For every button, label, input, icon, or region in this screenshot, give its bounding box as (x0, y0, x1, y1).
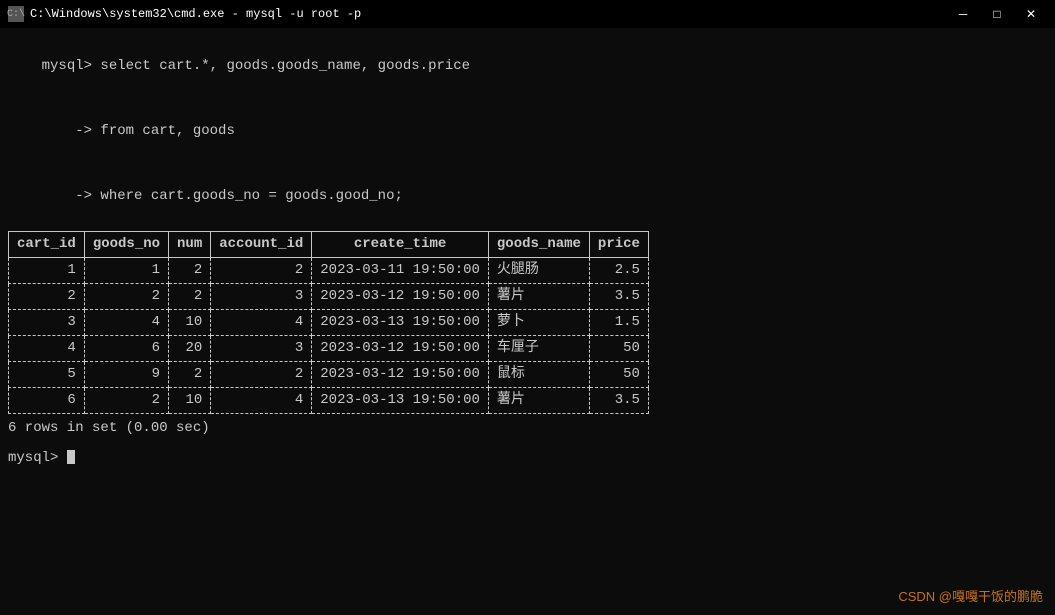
restore-button[interactable]: □ (981, 3, 1013, 25)
prompt-marker-2: -> from cart, goods (42, 123, 235, 139)
prompt-marker-3: -> where cart.goods_no = goods.good_no; (42, 188, 403, 204)
table-cell: 2 (84, 284, 168, 310)
table-cell: 20 (169, 336, 211, 362)
table-cell: 2023-03-11 19:50:00 (312, 258, 489, 284)
table-cell: 2 (169, 362, 211, 388)
cursor-block (67, 450, 75, 464)
col-account-id: account_id (211, 232, 312, 258)
sql-line-3: -> where cart.goods_no = goods.good_no; (8, 164, 1047, 229)
col-goods-no: goods_no (84, 232, 168, 258)
col-goods-name: goods_name (488, 232, 589, 258)
table-cell: 6 (9, 388, 85, 414)
table-cell: 2023-03-13 19:50:00 (312, 388, 489, 414)
table-cell: 2 (169, 284, 211, 310)
col-num: num (169, 232, 211, 258)
table-cell: 2 (211, 362, 312, 388)
col-price: price (589, 232, 648, 258)
table-cell: 6 (84, 336, 168, 362)
table-row: 11222023-03-11 19:50:00火腿肠2.5 (9, 258, 649, 284)
table-cell: 车厘子 (488, 336, 589, 362)
query-result-table: cart_id goods_no num account_id create_t… (8, 231, 1047, 414)
table-cell: 3.5 (589, 388, 648, 414)
next-prompt-text: mysql> (8, 450, 67, 466)
table-cell: 3 (9, 310, 85, 336)
minimize-button[interactable]: ─ (947, 3, 979, 25)
result-summary: 6 rows in set (0.00 sec) (8, 418, 1047, 440)
table-cell: 10 (169, 388, 211, 414)
table-row: 59222023-03-12 19:50:00鼠标50 (9, 362, 649, 388)
watermark: CSDN @嘎嘎干饭的鹏脆 (898, 586, 1043, 605)
table-cell: 4 (211, 388, 312, 414)
table-cell: 2 (211, 258, 312, 284)
table-cell: 1 (9, 258, 85, 284)
next-prompt-line: mysql> (8, 448, 1047, 470)
table-cell: 2023-03-12 19:50:00 (312, 362, 489, 388)
terminal-area[interactable]: mysql> select cart.*, goods.goods_name, … (0, 28, 1055, 615)
table-cell: 3 (211, 336, 312, 362)
table-cell: 5 (9, 362, 85, 388)
table-cell: 2023-03-12 19:50:00 (312, 284, 489, 310)
table-cell: 火腿肠 (488, 258, 589, 284)
sql-line-1: mysql> select cart.*, goods.goods_name, … (8, 34, 1047, 99)
table-row: 621042023-03-13 19:50:00薯片3.5 (9, 388, 649, 414)
table-cell: 50 (589, 336, 648, 362)
table-cell: 2 (9, 284, 85, 310)
table-header-row: cart_id goods_no num account_id create_t… (9, 232, 649, 258)
table-cell: 2023-03-13 19:50:00 (312, 310, 489, 336)
table-cell: 4 (9, 336, 85, 362)
titlebar-title: C:\Windows\system32\cmd.exe - mysql -u r… (30, 7, 361, 21)
table-row: 22232023-03-12 19:50:00薯片3.5 (9, 284, 649, 310)
table-cell: 4 (84, 310, 168, 336)
table-cell: 10 (169, 310, 211, 336)
table-cell: 2 (169, 258, 211, 284)
table-cell: 1 (84, 258, 168, 284)
titlebar-controls: ─ □ ✕ (947, 3, 1047, 25)
table-row: 462032023-03-12 19:50:00车厘子50 (9, 336, 649, 362)
table-cell: 3.5 (589, 284, 648, 310)
cmd-icon: C:\ (8, 6, 24, 22)
table-cell: 9 (84, 362, 168, 388)
sql-line-2: -> from cart, goods (8, 99, 1047, 164)
table-cell: 薯片 (488, 284, 589, 310)
close-button[interactable]: ✕ (1015, 3, 1047, 25)
result-table: cart_id goods_no num account_id create_t… (8, 231, 649, 414)
prompt-marker-1: mysql> select cart.*, goods.goods_name, … (42, 58, 470, 74)
table-cell: 萝卜 (488, 310, 589, 336)
table-cell: 4 (211, 310, 312, 336)
table-cell: 2 (84, 388, 168, 414)
titlebar-left: C:\ C:\Windows\system32\cmd.exe - mysql … (8, 6, 361, 22)
table-row: 341042023-03-13 19:50:00萝卜1.5 (9, 310, 649, 336)
table-cell: 薯片 (488, 388, 589, 414)
col-cart-id: cart_id (9, 232, 85, 258)
titlebar: C:\ C:\Windows\system32\cmd.exe - mysql … (0, 0, 1055, 28)
table-cell: 鼠标 (488, 362, 589, 388)
table-cell: 2023-03-12 19:50:00 (312, 336, 489, 362)
table-cell: 3 (211, 284, 312, 310)
table-cell: 2.5 (589, 258, 648, 284)
col-create-time: create_time (312, 232, 489, 258)
table-cell: 1.5 (589, 310, 648, 336)
table-cell: 50 (589, 362, 648, 388)
